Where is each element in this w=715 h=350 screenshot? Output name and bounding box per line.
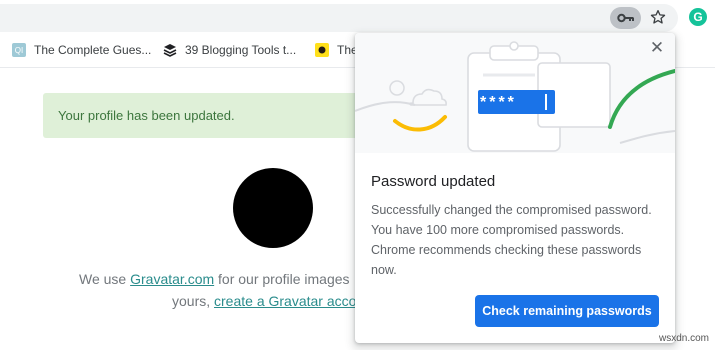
star-icon[interactable] <box>647 6 669 28</box>
browser-toolbar: G <box>0 0 715 32</box>
bookmark-item[interactable]: The <box>315 41 358 59</box>
bookmark-item[interactable]: QI The Complete Gues... <box>12 41 151 59</box>
check-remaining-passwords-button[interactable]: Check remaining passwords <box>475 295 659 327</box>
text-cursor <box>545 94 547 110</box>
password-illustration: **** <box>355 33 675 153</box>
mailchimp-icon <box>315 43 329 57</box>
watermark: wsxdn.com <box>658 333 709 344</box>
gravatar-link[interactable]: Gravatar.com <box>130 271 214 287</box>
avatar <box>233 168 313 248</box>
masked-password: **** <box>480 94 517 111</box>
password-updated-bubble: **** ✕ Password updated Successfully cha… <box>355 33 675 343</box>
bookmark-favicon: QI <box>12 43 26 57</box>
bookmark-item[interactable]: 39 Blogging Tools t... <box>163 41 296 59</box>
omnibox[interactable] <box>0 4 678 32</box>
key-icon[interactable] <box>610 7 641 29</box>
bookmark-label: 39 Blogging Tools t... <box>185 43 297 57</box>
popup-title: Password updated <box>371 173 496 190</box>
profile-updated-alert: Your profile has been updated. <box>43 93 383 138</box>
gravatar-notice-line1: We use Gravatar.com for our profile imag… <box>79 271 350 287</box>
create-gravatar-link[interactable]: create a Gravatar accou <box>214 293 364 309</box>
stack-icon <box>163 43 177 57</box>
gravatar-notice-line2: yours, create a Gravatar accou <box>172 293 365 309</box>
close-icon[interactable]: ✕ <box>648 38 666 57</box>
popup-message: Successfully changed the compromised pas… <box>371 203 652 277</box>
grammarly-extension-icon[interactable]: G <box>689 8 707 26</box>
bookmark-label: The Complete Gues... <box>34 43 152 57</box>
